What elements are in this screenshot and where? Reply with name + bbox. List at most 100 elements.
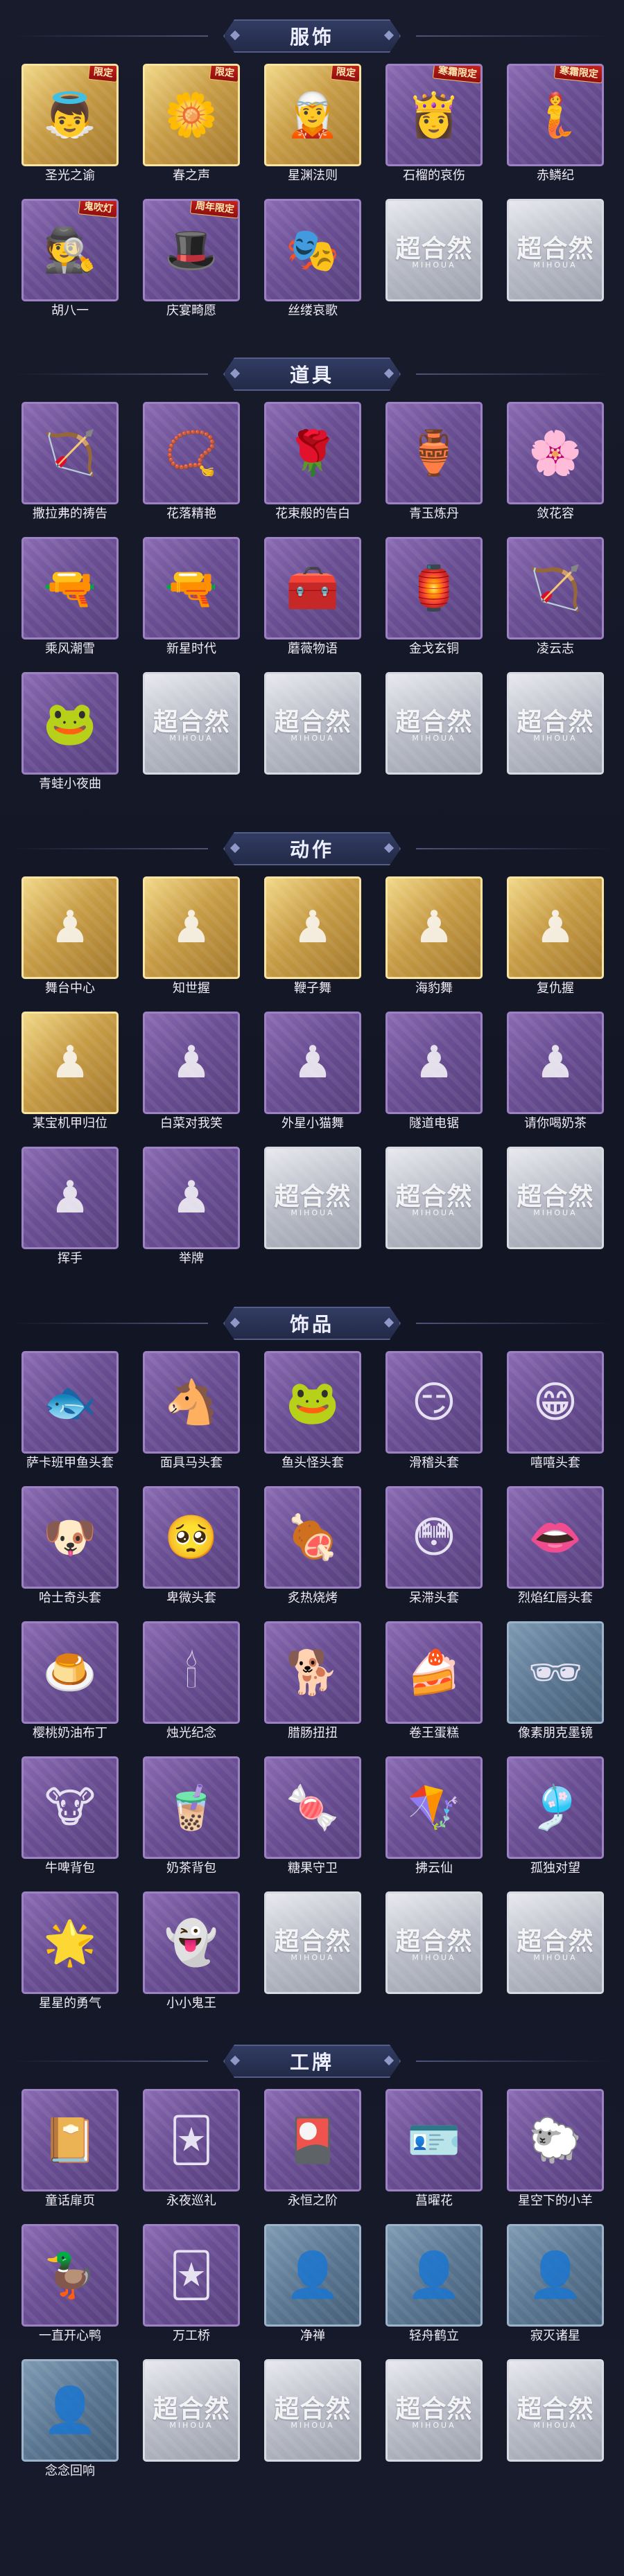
item-slot[interactable]: 🐶 哈士奇头套 bbox=[21, 1486, 119, 1611]
item-card[interactable]: 🌼 限定 bbox=[143, 64, 240, 166]
item-slot[interactable]: 🍖 炙热烧烤 bbox=[264, 1486, 361, 1611]
item-card[interactable]: 🕶 bbox=[507, 1621, 604, 1724]
item-slot[interactable]: ♟ 请你喝奶茶 bbox=[507, 1012, 604, 1136]
item-card[interactable]: 👻 bbox=[143, 1891, 240, 1994]
item-card[interactable]: 🪪 bbox=[385, 2089, 483, 2191]
item-card[interactable]: 🕯 bbox=[143, 1621, 240, 1724]
empty-item-slot[interactable]: 超合然 MIHOUA bbox=[507, 1147, 604, 1271]
item-slot[interactable]: 🐸 青蛙小夜曲 bbox=[21, 672, 119, 797]
item-slot[interactable]: ♟ 白菜对我笑 bbox=[143, 1012, 240, 1136]
item-card[interactable]: 🃏 bbox=[143, 2089, 240, 2191]
item-card[interactable]: 👤 bbox=[385, 2224, 483, 2327]
item-card[interactable]: 🐮 bbox=[21, 1756, 119, 1859]
item-card[interactable]: 超合然 MIHOUA bbox=[385, 672, 483, 775]
item-card[interactable]: 超合然 MIHOUA bbox=[264, 672, 361, 775]
item-slot[interactable]: 👤 念念回响 bbox=[21, 2359, 119, 2484]
item-card[interactable]: 🌹 bbox=[264, 402, 361, 504]
item-card[interactable]: 😳 bbox=[385, 1486, 483, 1589]
item-card[interactable]: 超合然 MIHOUA bbox=[385, 199, 483, 301]
item-slot[interactable]: 🍬 糖果守卫 bbox=[264, 1756, 361, 1881]
item-card[interactable]: 🪁 bbox=[385, 1756, 483, 1859]
item-card[interactable]: 👄 bbox=[507, 1486, 604, 1589]
item-slot[interactable]: ♟ 隧道电锯 bbox=[385, 1012, 483, 1136]
item-slot[interactable]: 🪪 菖曜花 bbox=[385, 2089, 483, 2214]
empty-item-slot[interactable]: 超合然 MIHOUA bbox=[507, 199, 604, 324]
item-card[interactable]: ♟ bbox=[264, 876, 361, 979]
item-slot[interactable]: 🕵 鬼吹灯 胡八一 bbox=[21, 199, 119, 324]
item-slot[interactable]: 🦆 一直开心鸭 bbox=[21, 2224, 119, 2349]
item-slot[interactable]: 🕶 像素朋克墨镜 bbox=[507, 1621, 604, 1746]
empty-item-slot[interactable]: 超合然 MIHOUA bbox=[385, 1891, 483, 2016]
item-slot[interactable]: 🍰 卷王蛋糕 bbox=[385, 1621, 483, 1746]
item-card[interactable]: 超合然 MIHOUA bbox=[143, 2359, 240, 2462]
item-card[interactable]: 🏹 bbox=[507, 537, 604, 639]
empty-item-slot[interactable]: 超合然 MIHOUA bbox=[264, 672, 361, 797]
item-card[interactable]: ♟ bbox=[143, 1147, 240, 1249]
item-slot[interactable]: 🏺 青玉炼丹 bbox=[385, 402, 483, 527]
item-slot[interactable]: 🧜 寒霜限定 赤鳞纪 bbox=[507, 64, 604, 188]
item-card[interactable]: 超合然 MIHOUA bbox=[143, 672, 240, 775]
item-card[interactable]: 超合然 MIHOUA bbox=[264, 2359, 361, 2462]
item-slot[interactable]: 🐟 萨卡班甲鱼头套 bbox=[21, 1351, 119, 1476]
item-card[interactable]: 超合然 MIHOUA bbox=[507, 1891, 604, 1994]
item-card[interactable]: 🍰 bbox=[385, 1621, 483, 1724]
item-slot[interactable]: 🏹 凌云志 bbox=[507, 537, 604, 662]
item-card[interactable]: ♟ bbox=[264, 1012, 361, 1114]
item-card[interactable]: 😏 bbox=[385, 1351, 483, 1454]
item-card[interactable]: 🧋 bbox=[143, 1756, 240, 1859]
item-slot[interactable]: 🔫 乘风潮雪 bbox=[21, 537, 119, 662]
item-card[interactable]: 😁 bbox=[507, 1351, 604, 1454]
empty-item-slot[interactable]: 超合然 MIHOUA bbox=[385, 2359, 483, 2484]
empty-item-slot[interactable]: 超合然 MIHOUA bbox=[507, 1891, 604, 2016]
item-card[interactable]: 📔 bbox=[21, 2089, 119, 2191]
item-slot[interactable]: 🏹 撒拉弗的祷告 bbox=[21, 402, 119, 527]
item-slot[interactable]: 🐮 牛啤背包 bbox=[21, 1756, 119, 1881]
item-slot[interactable]: 🌼 限定 春之声 bbox=[143, 64, 240, 188]
item-card[interactable]: 超合然 MIHOUA bbox=[385, 2359, 483, 2462]
item-card[interactable]: 超合然 MIHOUA bbox=[507, 199, 604, 301]
item-slot[interactable]: 🌟 星星的勇气 bbox=[21, 1891, 119, 2016]
item-card[interactable]: 超合然 MIHOUA bbox=[507, 672, 604, 775]
item-slot[interactable]: 🌹 花束般的告白 bbox=[264, 402, 361, 527]
item-slot[interactable]: 🪁 拂云仙 bbox=[385, 1756, 483, 1881]
item-slot[interactable]: 🐕 腊肠扭扭 bbox=[264, 1621, 361, 1746]
item-card[interactable]: 超合然 MIHOUA bbox=[507, 1147, 604, 1249]
item-card[interactable]: 👤 bbox=[264, 2224, 361, 2327]
item-card[interactable]: 🧝 限定 bbox=[264, 64, 361, 166]
item-card[interactable]: 超合然 MIHOUA bbox=[385, 1891, 483, 1994]
item-card[interactable]: ♟ bbox=[21, 1147, 119, 1249]
item-card[interactable]: 👸 寒霜限定 bbox=[385, 64, 483, 166]
item-card[interactable]: 🐸 bbox=[21, 672, 119, 775]
item-card[interactable]: 🏹 bbox=[21, 402, 119, 504]
item-slot[interactable]: 📔 童话扉页 bbox=[21, 2089, 119, 2214]
item-card[interactable]: 🏮 bbox=[385, 537, 483, 639]
empty-item-slot[interactable]: 超合然 MIHOUA bbox=[385, 199, 483, 324]
item-card[interactable]: 🧰 bbox=[264, 537, 361, 639]
empty-item-slot[interactable]: 超合然 MIHOUA bbox=[385, 672, 483, 797]
item-card[interactable]: ♟ bbox=[507, 876, 604, 979]
item-slot[interactable]: 🏮 金戈玄铜 bbox=[385, 537, 483, 662]
item-card[interactable]: ♟ bbox=[385, 876, 483, 979]
item-card[interactable]: 🍮 bbox=[21, 1621, 119, 1724]
item-slot[interactable]: 🐑 星空下的小羊 bbox=[507, 2089, 604, 2214]
item-card[interactable]: 超合然 MIHOUA bbox=[264, 1891, 361, 1994]
item-card[interactable]: 🐸 bbox=[264, 1351, 361, 1454]
item-slot[interactable]: 🔫 新星时代 bbox=[143, 537, 240, 662]
item-slot[interactable]: 😁 嘻嘻头套 bbox=[507, 1351, 604, 1476]
empty-item-slot[interactable]: 超合然 MIHOUA bbox=[264, 1147, 361, 1271]
item-slot[interactable]: 🧰 蘑薇物语 bbox=[264, 537, 361, 662]
item-card[interactable]: 🌟 bbox=[21, 1891, 119, 1994]
item-slot[interactable]: 🕯 烛光纪念 bbox=[143, 1621, 240, 1746]
item-card[interactable]: 🎭 bbox=[264, 199, 361, 301]
item-card[interactable]: ♟ bbox=[21, 876, 119, 979]
item-card[interactable]: 🎐 bbox=[507, 1756, 604, 1859]
item-slot[interactable]: ♟ 外星小猫舞 bbox=[264, 1012, 361, 1136]
item-slot[interactable]: 👤 轻舟鹤立 bbox=[385, 2224, 483, 2349]
item-card[interactable]: 🍖 bbox=[264, 1486, 361, 1589]
item-card[interactable]: 🐕 bbox=[264, 1621, 361, 1724]
empty-item-slot[interactable]: 超合然 MIHOUA bbox=[507, 672, 604, 797]
item-card[interactable]: 🕵 鬼吹灯 bbox=[21, 199, 119, 301]
item-slot[interactable]: ♟ 知世握 bbox=[143, 876, 240, 1001]
item-slot[interactable]: 🧝 限定 星渊法则 bbox=[264, 64, 361, 188]
item-card[interactable]: ♟ bbox=[385, 1012, 483, 1114]
